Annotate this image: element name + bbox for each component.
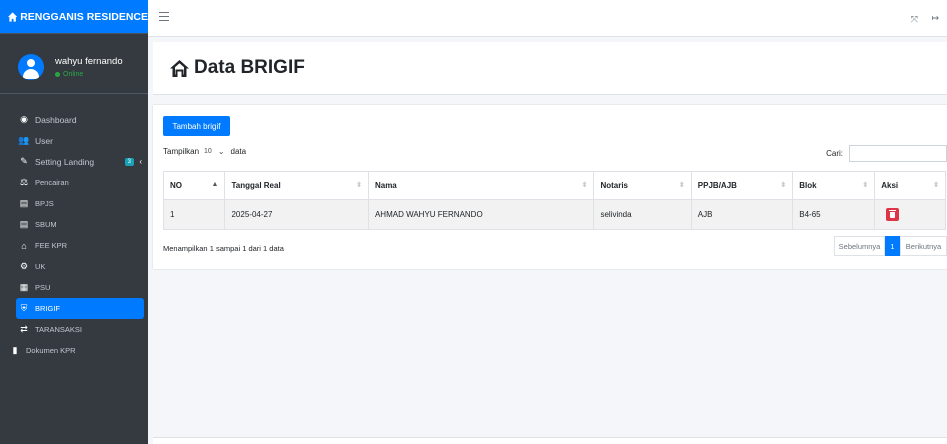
brand-title: RENGGANIS RESIDENCE (20, 10, 148, 23)
exchange-icon: ⇄ (20, 324, 28, 334)
sidebar-item-uk[interactable]: ⚙ UK (18, 256, 144, 277)
column-header-no[interactable]: NO ▲ (162, 171, 226, 200)
add-brigif-button[interactable]: Tambah brigif (163, 116, 230, 136)
column-header-blok[interactable]: Blok ⬍ (792, 171, 876, 200)
file-icon: ▮ (12, 345, 18, 355)
sidebar-item-psu[interactable]: ▦ PSU (18, 277, 144, 298)
sidebar-item-label: TARANSAKSI (35, 325, 82, 334)
main-footer (153, 437, 947, 444)
top-navbar: ⤧ ↦ (148, 0, 947, 37)
logout-icon[interactable]: ↦ (931, 13, 939, 24)
pagination-next[interactable]: Berikutnya (900, 236, 947, 256)
home-icon: ⌂ (21, 240, 27, 251)
column-header-nama[interactable]: Nama ⬍ (367, 171, 595, 200)
pagination-prev[interactable]: Sebelumnya (834, 236, 885, 256)
sidebar-item-dashboard[interactable]: ◉ Dashboard (18, 109, 144, 130)
data-card: Tambah brigif Tampilkan 10 ⌄ data Cari: … (153, 105, 947, 269)
cell-ppjb-ajb: AJB (690, 199, 794, 230)
trash-icon (889, 209, 897, 218)
pagination: Sebelumnya 1 Berikutnya (834, 236, 947, 256)
page-length-prefix: Tampilkan (163, 147, 200, 156)
user-status: Online (55, 71, 123, 78)
sidebar-item-label: PSU (35, 283, 51, 292)
sidebar-item-user[interactable]: 👥 User (18, 130, 144, 151)
page-length-control: Tampilkan 10 ⌄ data (163, 147, 246, 156)
sidebar-badge: 3 (124, 157, 134, 166)
search-input[interactable] (849, 145, 947, 162)
building-icon: ▦ (19, 282, 29, 292)
table-header-row: NO ▲ Tanggal Real ⬍ Nama ⬍ Notaris ⬍ PPJB/AJ… (162, 171, 946, 200)
sidebar-item-fee-kpr[interactable]: ⌂ FEE KPR (18, 235, 144, 256)
sidebar-item-label: SBUM (35, 220, 57, 229)
sidebar-item-label: Setting Landing (35, 156, 95, 167)
sort-icon: ⬍ (780, 182, 787, 189)
column-header-ppjb-ajb[interactable]: PPJB/AJB ⬍ (690, 171, 794, 200)
edit-icon: ✎ (20, 156, 28, 166)
home-icon (170, 59, 189, 77)
people-carry-icon: ⚖ (19, 177, 29, 187)
sidebar-item-sbum[interactable]: ▤ SBUM (18, 214, 144, 235)
status-dot-icon (55, 71, 60, 77)
sort-icon: ⬍ (678, 182, 685, 189)
user-panel: wahyu fernando Online (0, 40, 148, 94)
page-length-suffix: data (230, 147, 247, 156)
sidebar-item-label: Pencairan (35, 178, 69, 187)
sort-icon: ⬍ (933, 182, 939, 189)
delete-button[interactable] (886, 208, 900, 221)
sidebar-item-setting-landing[interactable]: ✎ Setting Landing 3 ‹ (18, 151, 144, 172)
brand-link[interactable]: RENGGANIS RESIDENCE (0, 0, 148, 34)
table-info: Menampilkan 1 sampai 1 dari 1 data (163, 244, 284, 253)
pagination-page-1[interactable]: 1 (885, 236, 900, 256)
search-control: Cari: (826, 145, 947, 162)
sort-icon: ⬍ (581, 182, 588, 189)
table-row: 1 2025-04-27 AHMAD WAHYU FERNANDO selivi… (162, 199, 946, 230)
sidebar-item-label: FEE KPR (35, 241, 68, 250)
fullscreen-icon[interactable]: ⤧ (911, 14, 918, 25)
sidebar-item-label: Dashboard (35, 114, 77, 125)
page-title: Data BRIGIF (194, 57, 305, 78)
users-icon: 👥 (18, 135, 30, 145)
shield-icon: ⛨ (20, 303, 28, 313)
sort-asc-icon: ▲ (211, 181, 219, 188)
sidebar-item-label: BRIGIF (35, 304, 61, 313)
cell-aksi (874, 199, 946, 230)
dashboard-icon: ◉ (20, 114, 28, 124)
sidebar-item-pencairan[interactable]: ⚖ Pencairan (18, 172, 144, 193)
cogs-icon: ⚙ (19, 261, 29, 271)
cell-blok: B4-65 (792, 199, 876, 230)
sidebar-item-label: BPJS (35, 199, 54, 208)
sidebar: RENGGANIS RESIDENCE wahyu fernando Onlin… (0, 0, 148, 444)
document-icon: ▤ (19, 198, 29, 208)
column-header-notaris[interactable]: Notaris ⬍ (593, 171, 692, 200)
sidebar-item-label: User (35, 135, 53, 146)
user-name[interactable]: wahyu fernando (55, 56, 123, 67)
column-header-aksi[interactable]: Aksi ⬍ (874, 171, 946, 200)
sidebar-item-label: Dokumen KPR (26, 346, 76, 355)
search-label: Cari: (826, 149, 843, 158)
sidebar-item-brigif[interactable]: ⛨ BRIGIF (16, 298, 144, 319)
sidebar-item-bpjs[interactable]: ▤ BPJS (18, 193, 144, 214)
cell-notaris: selivinda (593, 199, 692, 230)
brigif-table: NO ▲ Tanggal Real ⬍ Nama ⬍ Notaris ⬍ PPJB/AJ… (162, 171, 946, 230)
chevron-left-icon: ‹ (139, 157, 142, 166)
column-header-tanggal-real[interactable]: Tanggal Real ⬍ (224, 171, 369, 200)
sidebar-nav: ◉ Dashboard 👥 User ✎ Setting Landing 3 ‹… (0, 109, 148, 361)
cell-tanggal-real: 2025-04-27 (224, 199, 369, 230)
avatar (18, 53, 44, 80)
document-icon: ▤ (19, 219, 29, 229)
home-icon (8, 11, 18, 22)
cell-no: 1 (162, 199, 226, 230)
sidebar-item-taransaksi[interactable]: ⇄ TARANSAKSI (18, 319, 144, 340)
chevron-down-icon: ⌄ (217, 147, 225, 156)
content-header: Data BRIGIF (153, 42, 947, 95)
sidebar-item-label: UK (35, 262, 46, 271)
cell-nama: AHMAD WAHYU FERNANDO (367, 199, 595, 230)
menu-toggle-icon[interactable] (159, 12, 169, 24)
sort-icon: ⬍ (356, 182, 362, 189)
page-length-value: 10 (204, 148, 212, 155)
sidebar-item-dokumen-kpr[interactable]: ▮ Dokumen KPR (9, 340, 144, 361)
user-status-label: Online (63, 70, 84, 78)
page-length-select[interactable]: 10 ⌄ (204, 147, 225, 156)
sort-icon: ⬍ (862, 182, 869, 189)
